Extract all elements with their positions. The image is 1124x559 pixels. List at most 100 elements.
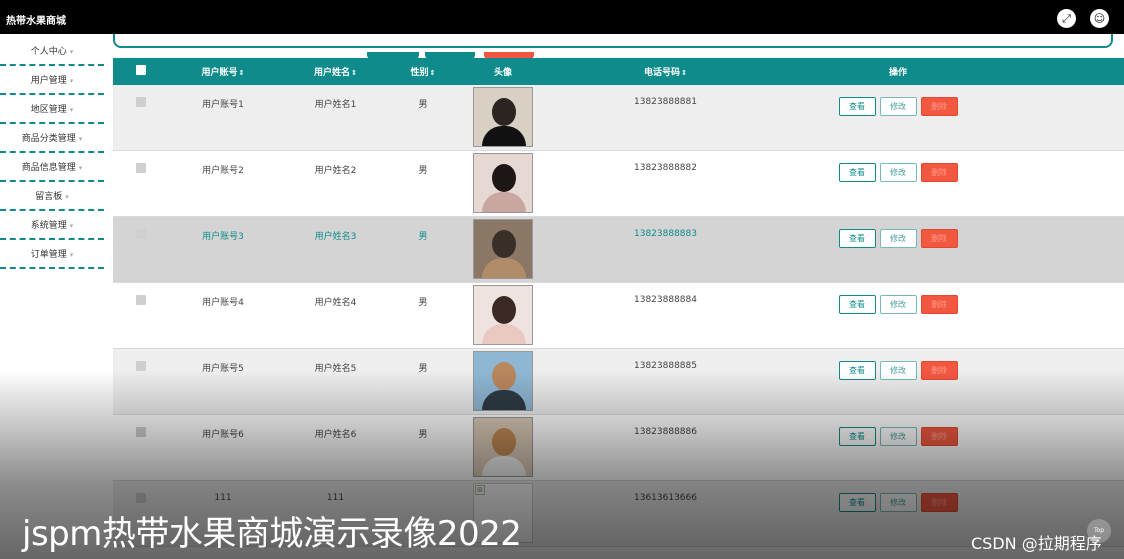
fullscreen-icon[interactable]: ⤢ [1057,9,1076,28]
view-button[interactable]: 查看 [838,229,876,248]
view-button[interactable]: 查看 [838,361,876,380]
column-header-phone[interactable]: 电话号码⇕ [553,58,778,85]
sidebar-item-category-management[interactable]: 商品分类管理 ▾ [0,124,104,153]
table-row: 用户账号6 用户姓名6 男 13823888886 查看 修改 删除 [113,414,1124,481]
edit-button[interactable]: 修改 [879,295,917,314]
user-avatar-icon[interactable]: ☺ [1090,9,1109,28]
view-button[interactable]: 查看 [838,163,876,182]
sidebar-item-order-management[interactable]: 订单管理 ▾ [0,240,104,269]
user-table: 用户账号⇕ 用户姓名⇕ 性别⇕ 头像 电话号码⇕ 操作 用户账号1 用户姓名1 … [113,58,1124,547]
avatar-image [473,219,533,279]
edit-button[interactable]: 修改 [879,229,917,248]
chevron-down-icon: ▾ [69,251,74,259]
row-checkbox[interactable] [135,427,146,437]
column-header-actions: 操作 [888,68,907,78]
cell-name: 用户姓名4 [278,282,393,349]
sort-icon: ⇕ [238,69,245,77]
avatar-image [473,153,533,213]
sidebar-item-label: 订单管理 [30,250,67,260]
app-title: 热带水果商城 [6,16,66,27]
cell-name: 用户姓名6 [278,414,393,481]
cell-phone: 13823888883 [553,216,778,283]
cell-account: 用户账号4 [168,282,278,349]
sidebar-item-label: 用户管理 [30,76,67,86]
view-button[interactable]: 查看 [838,97,876,116]
table-row: 用户账号2 用户姓名2 男 13823888882 查看 修改 删除 [113,150,1124,217]
delete-button[interactable]: 删除 [920,493,958,512]
cell-name: 用户姓名3 [278,216,393,283]
row-checkbox[interactable] [135,295,146,305]
cell-gender: 男 [393,216,453,283]
edit-button[interactable]: 修改 [879,427,917,446]
top-bar: 热带水果商城 ⤢ ☺ [0,0,1124,34]
cell-account: 用户账号1 [168,85,278,151]
cell-account: 用户账号2 [168,150,278,217]
column-spacer [1018,58,1124,85]
chevron-down-icon: ▾ [78,164,83,172]
delete-button[interactable]: 删除 [920,361,958,380]
sidebar-item-label: 系统管理 [30,221,67,231]
sidebar-item-system-management[interactable]: 系统管理 ▾ [0,211,104,240]
chevron-down-icon: ▾ [65,193,69,201]
video-caption: jspm热带水果商城演示录像2022 [22,514,522,554]
back-to-top-button[interactable]: Top [1087,519,1111,543]
delete-button[interactable]: 删除 [920,163,958,182]
cell-phone: 13823888885 [553,348,778,415]
avatar-image [473,417,533,477]
sidebar-item-label: 商品信息管理 [21,163,76,173]
delete-button[interactable]: 删除 [920,427,958,446]
cell-phone: 13823888881 [553,85,778,151]
row-checkbox[interactable] [135,493,146,503]
cell-gender: 男 [393,414,453,481]
sort-icon: ⇕ [351,69,357,77]
column-header-account[interactable]: 用户账号⇕ [168,58,278,85]
column-header-gender[interactable]: 性别⇕ [393,58,453,85]
sidebar-item-label: 地区管理 [30,105,67,115]
edit-button[interactable]: 修改 [879,97,917,116]
avatar-image [473,285,533,345]
cell-gender: 男 [393,85,453,151]
chevron-down-icon: ▾ [69,77,74,85]
cell-gender: 男 [393,150,453,217]
table-row: 用户账号3 用户姓名3 男 13823888883 查看 修改 删除 [113,216,1124,283]
row-checkbox[interactable] [135,361,146,371]
edit-button[interactable]: 修改 [879,361,917,380]
sidebar-item-region-management[interactable]: 地区管理 ▾ [0,95,104,124]
cell-gender: 男 [393,282,453,349]
cell-account: 用户账号6 [168,414,278,481]
view-button[interactable]: 查看 [838,493,876,512]
sidebar-item-user-management[interactable]: 用户管理 ▾ [0,66,104,95]
broken-image-icon: ⊠ [475,485,485,495]
main-content: 用户账号⇕ 用户姓名⇕ 性别⇕ 头像 电话号码⇕ 操作 用户账号1 用户姓名1 … [113,34,1124,559]
row-checkbox[interactable] [135,229,146,239]
cell-phone: 13613613666 [553,480,778,547]
cell-name: 用户姓名5 [278,348,393,415]
chevron-down-icon: ▾ [69,222,74,230]
edit-button[interactable]: 修改 [879,163,917,182]
column-header-name[interactable]: 用户姓名⇕ [278,58,393,85]
delete-button[interactable]: 删除 [920,229,958,248]
sidebar-item-product-management[interactable]: 商品信息管理 ▾ [0,153,104,182]
column-header-avatar: 头像 [493,68,512,78]
delete-button[interactable]: 删除 [920,295,958,314]
sidebar-item-message-board[interactable]: 留言板 ▾ [0,182,104,211]
sidebar-item-label: 留言板 [35,192,63,202]
row-checkbox[interactable] [135,97,146,107]
sidebar-item-personal-center[interactable]: 个人中心 ▾ [0,37,104,66]
avatar-image [473,351,533,411]
cell-phone: 13823888882 [553,150,778,217]
sidebar-item-label: 商品分类管理 [21,134,76,144]
delete-button[interactable]: 删除 [920,97,958,116]
select-all-checkbox[interactable] [135,65,146,75]
sidebar: 个人中心 ▾ 用户管理 ▾ 地区管理 ▾ 商品分类管理 ▾ 商品信息管理 ▾ 留言板 ▾ 系… [0,34,113,559]
table-row: 用户账号5 用户姓名5 男 13823888885 查看 修改 删除 [113,348,1124,415]
cell-account: 用户账号5 [168,348,278,415]
cell-account: 用户账号3 [168,216,278,283]
row-checkbox[interactable] [135,163,146,173]
view-button[interactable]: 查看 [838,295,876,314]
view-button[interactable]: 查看 [838,427,876,446]
cell-phone: 13823888886 [553,414,778,481]
cell-name: 用户姓名1 [278,85,393,151]
edit-button[interactable]: 修改 [879,493,917,512]
sidebar-item-label: 个人中心 [30,47,67,57]
